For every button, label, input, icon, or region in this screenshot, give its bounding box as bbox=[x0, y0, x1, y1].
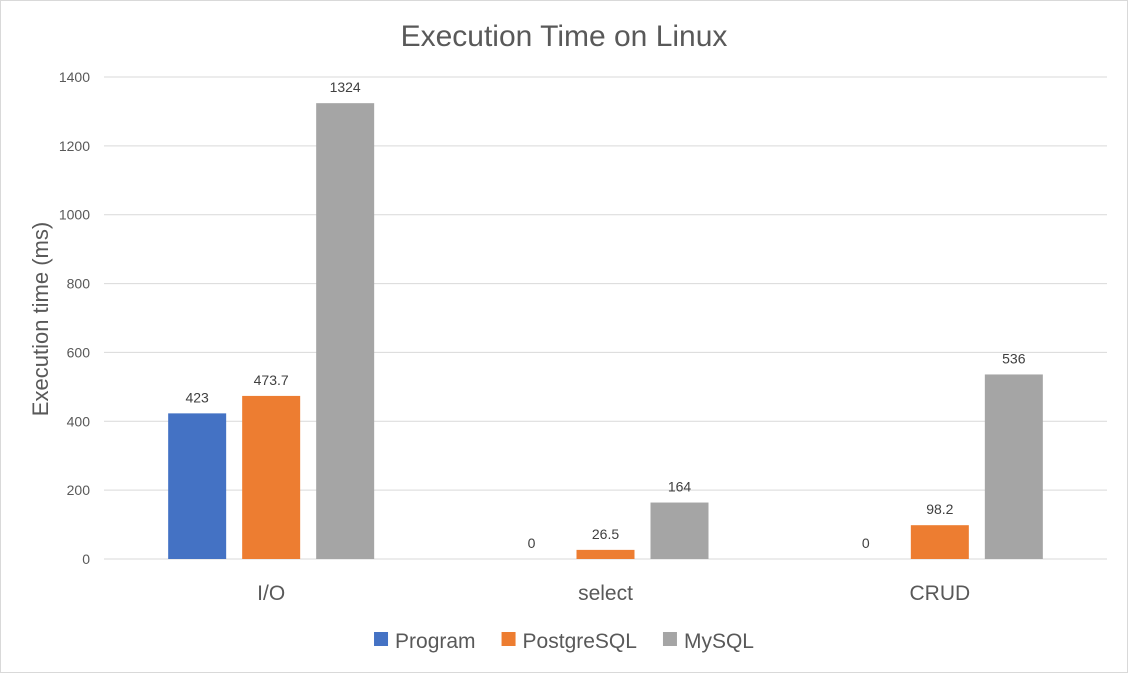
y-tick-label: 800 bbox=[67, 276, 91, 292]
data-label: 26.5 bbox=[592, 526, 619, 542]
data-label: 423 bbox=[185, 389, 209, 405]
y-tick-label: 1400 bbox=[59, 69, 90, 85]
data-label: 98.2 bbox=[926, 501, 953, 517]
bar-chart: Execution Time on Linux Execution time (… bbox=[28, 20, 1107, 653]
data-labels: 423 473.7 1324 0 26.5 164 0 98.2 536 bbox=[185, 79, 1025, 551]
chart-container: Execution Time on Linux Execution time (… bbox=[0, 0, 1128, 673]
y-tick-label: 0 bbox=[82, 551, 90, 567]
legend-label: PostgreSQL bbox=[523, 630, 637, 653]
y-axis-label: Execution time (ms) bbox=[28, 222, 53, 416]
bar-mysql bbox=[984, 374, 1043, 559]
data-label: 164 bbox=[668, 479, 692, 495]
x-category-label: select bbox=[578, 582, 633, 605]
y-tick-label: 1200 bbox=[59, 138, 90, 154]
chart-title: Execution Time on Linux bbox=[401, 20, 728, 53]
legend-swatch-mysql bbox=[662, 632, 677, 646]
legend-swatch-program bbox=[374, 632, 389, 646]
x-axis-categories: I/O select CRUD bbox=[257, 582, 970, 605]
data-label: 0 bbox=[528, 535, 536, 551]
x-category-label: I/O bbox=[257, 582, 285, 605]
legend-label: Program bbox=[395, 630, 476, 653]
bar-mysql bbox=[650, 502, 709, 559]
y-axis-ticks: 0 200 400 600 800 1000 1200 1400 bbox=[59, 69, 90, 567]
data-label: 473.7 bbox=[254, 372, 289, 388]
bar-postgresql bbox=[576, 549, 635, 559]
bar-postgresql bbox=[910, 525, 969, 559]
legend-swatch-postgresql bbox=[501, 632, 516, 646]
y-tick-label: 200 bbox=[67, 482, 91, 498]
y-tick-label: 600 bbox=[67, 344, 91, 360]
data-label: 0 bbox=[862, 535, 870, 551]
bar-mysql bbox=[316, 103, 375, 559]
legend: Program PostgreSQL MySQL bbox=[374, 630, 754, 653]
y-tick-label: 1000 bbox=[59, 207, 90, 223]
x-category-label: CRUD bbox=[909, 582, 970, 605]
data-label: 536 bbox=[1002, 350, 1026, 366]
bar-postgresql bbox=[242, 395, 301, 559]
data-label: 1324 bbox=[330, 79, 361, 95]
y-tick-label: 400 bbox=[67, 413, 91, 429]
bar-program bbox=[168, 413, 227, 559]
legend-label: MySQL bbox=[684, 630, 754, 653]
